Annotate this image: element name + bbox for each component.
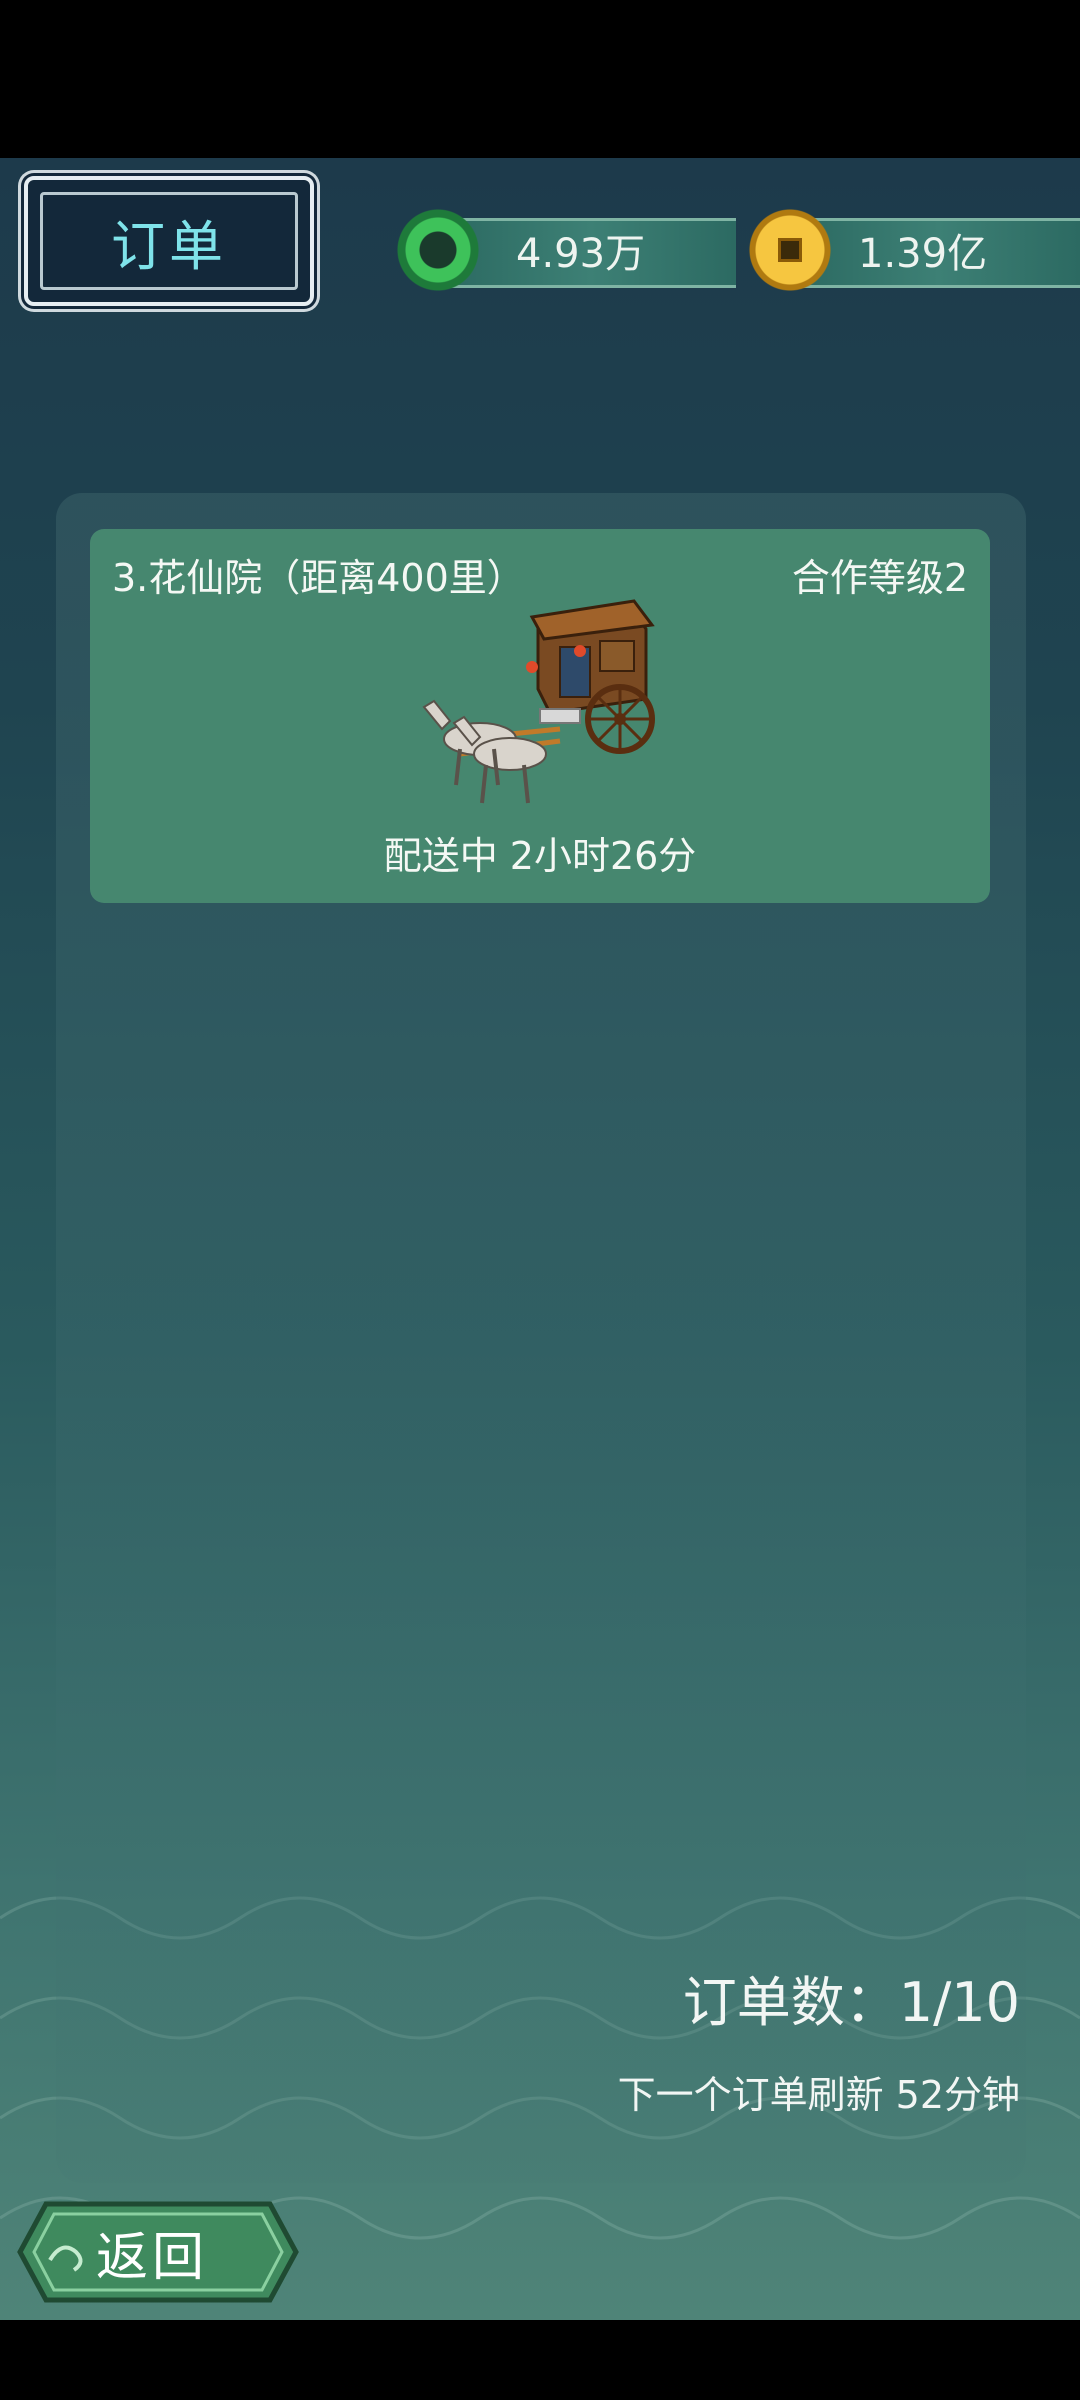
orders-panel: 3.花仙院（距离400里） 合作等级2 配送中 2小时26分 [56, 493, 1026, 2183]
game-view: 订单 4.93万 1.39亿 3.花仙院（距离400里） 合作等级2 配送中 2… [0, 158, 1080, 2320]
jade-amount: 4.93万 [516, 231, 646, 277]
title-plaque: 订单 [24, 176, 314, 306]
page-title: 订单 [111, 214, 227, 278]
order-count: 订单数：1/10 [682, 1971, 1020, 2034]
horse-carriage-icon [422, 599, 655, 804]
copper-coin-icon [748, 208, 832, 292]
screen: 订单 4.93万 1.39亿 3.花仙院（距离400里） 合作等级2 配送中 2… [0, 0, 1080, 2400]
delivery-status: 配送中 2小时26分 [383, 834, 697, 878]
coin-currency[interactable]: 1.39亿 [748, 208, 1080, 292]
jade-currency[interactable]: 4.93万 [396, 208, 736, 292]
next-order-refresh: 下一个订单刷新 52分钟 [617, 2073, 1020, 2117]
back-button-label: 返回 [96, 2227, 209, 2288]
back-button[interactable]: 返回 [16, 2200, 300, 2304]
cooperation-level: 合作等级2 [791, 556, 968, 600]
order-card[interactable]: 3.花仙院（距离400里） 合作等级2 配送中 2小时26分 [90, 529, 990, 903]
coin-amount: 1.39亿 [858, 231, 988, 277]
jade-icon [396, 208, 480, 292]
